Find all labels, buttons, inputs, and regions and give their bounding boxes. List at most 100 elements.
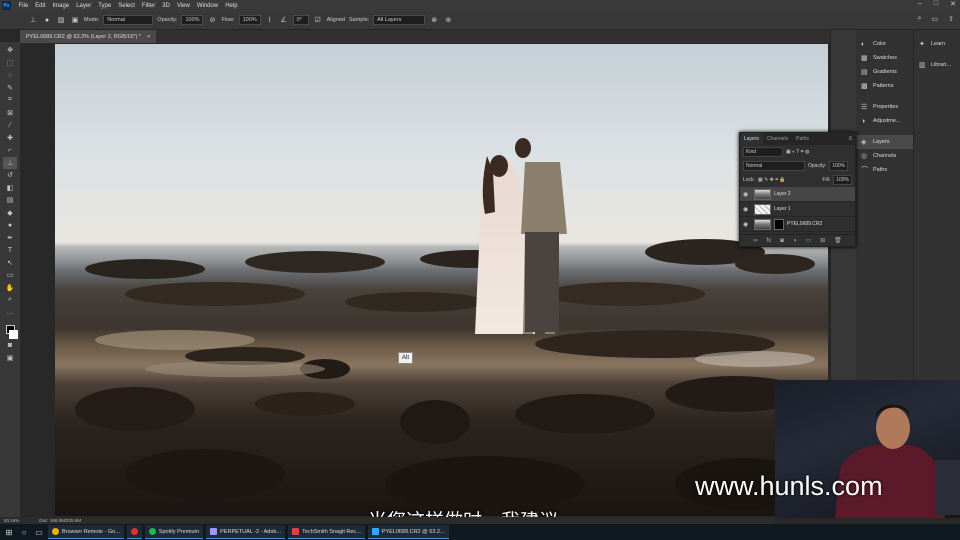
taskbar-app[interactable]: TechSmith Snagit Rec...: [288, 525, 365, 539]
workspace-icon[interactable]: ▭: [932, 15, 939, 23]
panel-adjustments[interactable]: ◑ Adjustme...: [856, 114, 913, 128]
photoshop-logo[interactable]: Ps: [2, 1, 11, 10]
menu-help[interactable]: Help: [222, 3, 241, 9]
panel-channels[interactable]: ◎ Channels: [856, 149, 913, 163]
sample-select[interactable]: All Layers: [373, 15, 426, 25]
zoom-level[interactable]: 63.16%: [4, 518, 19, 523]
menu-edit[interactable]: Edit: [32, 3, 49, 9]
menu-view[interactable]: View: [173, 3, 193, 9]
blur-tool-icon[interactable]: ◆: [3, 207, 17, 220]
layer-row[interactable]: ◉ Layer 1: [740, 202, 855, 217]
taskbar-app[interactable]: PYEL0689.CR2 @ 63.2...: [367, 525, 449, 539]
visibility-eye-icon[interactable]: ◉: [743, 206, 751, 213]
taskbar-app[interactable]: PERPETUAL -2 - Adob...: [206, 525, 286, 539]
quick-mask-icon[interactable]: ◙: [3, 339, 17, 352]
clone-stamp-preset-icon[interactable]: ⊥: [28, 15, 38, 25]
doc-size[interactable]: Doc: 168.8M/325.5M: [39, 518, 81, 523]
airbrush-icon[interactable]: ⌇: [265, 15, 275, 25]
rectangle-tool-icon[interactable]: ▭: [3, 269, 17, 282]
marquee-tool-icon[interactable]: ⬚: [3, 57, 17, 70]
lock-icons[interactable]: ▦ ✎ ✥ ⌗ 🔒: [758, 177, 786, 183]
crop-tool-icon[interactable]: ⌗: [3, 94, 17, 107]
gradient-tool-icon[interactable]: ▤: [3, 194, 17, 207]
tab-paths[interactable]: Paths: [792, 133, 813, 145]
new-layer-icon[interactable]: ⊞: [820, 237, 825, 244]
layer-mask-thumbnail[interactable]: [774, 218, 784, 230]
taskbar-app[interactable]: Spotify Premium: [144, 525, 204, 539]
background-color-swatch[interactable]: [8, 330, 18, 339]
share-icon[interactable]: ⇪: [948, 15, 954, 23]
layer-row[interactable]: ◉ Layer 2: [740, 187, 855, 202]
brush-settings-icon[interactable]: ▨: [56, 15, 66, 25]
panel-color[interactable]: ◐ Color: [856, 37, 913, 51]
search-icon[interactable]: ○: [18, 526, 30, 538]
search-icon[interactable]: ⌕: [918, 15, 922, 23]
close-tab-icon[interactable]: ×: [147, 34, 150, 40]
history-brush-tool-icon[interactable]: ↺: [3, 169, 17, 182]
windows-start-icon[interactable]: ⊞: [3, 526, 15, 538]
pressure-opacity-icon[interactable]: ⊘: [207, 15, 217, 25]
panel-gradients[interactable]: ▤ Gradients: [856, 65, 913, 79]
eyedropper-tool-icon[interactable]: ⁄: [3, 119, 17, 132]
tab-channels[interactable]: Channels: [763, 133, 792, 145]
fill-field[interactable]: 100%: [833, 175, 852, 185]
flow-field[interactable]: 100%: [238, 15, 261, 25]
zoom-tool-icon[interactable]: ⌕: [3, 294, 17, 307]
layer-row[interactable]: ◉ PYEL0689.CR2: [740, 217, 855, 232]
trash-icon[interactable]: 🗑: [834, 237, 842, 244]
visibility-eye-icon[interactable]: ◉: [743, 191, 751, 198]
menu-window[interactable]: Window: [193, 3, 221, 9]
layer-opacity-field[interactable]: 100%: [829, 161, 849, 171]
panel-layers[interactable]: ◈ Layers: [856, 135, 913, 149]
blend-mode-select[interactable]: Normal: [743, 161, 805, 171]
link-icon[interactable]: ∞: [753, 238, 757, 244]
kind-filter[interactable]: Kind: [743, 147, 783, 157]
panel-paths[interactable]: ⌒ Paths: [856, 163, 913, 177]
menu-filter[interactable]: Filter: [138, 3, 158, 9]
task-view-icon[interactable]: ▭: [33, 526, 45, 538]
ignore-adjustment-icon[interactable]: ⊗: [429, 15, 439, 25]
opacity-field[interactable]: 100%: [181, 15, 204, 25]
aligned-checkbox[interactable]: ☑: [313, 15, 323, 25]
taskbar-app[interactable]: [126, 525, 142, 539]
panel-menu-icon[interactable]: ≡: [848, 136, 855, 142]
pen-tool-icon[interactable]: ✒: [3, 232, 17, 245]
menu-select[interactable]: Select: [115, 3, 139, 9]
taskbar-app[interactable]: Browser Remote - Go...: [48, 525, 124, 539]
mode-select[interactable]: Normal: [103, 15, 154, 25]
brush-preset-icon[interactable]: ●: [42, 15, 52, 25]
pressure-size-icon[interactable]: ⊛: [443, 15, 453, 25]
menu-type[interactable]: Type: [95, 3, 115, 9]
type-tool-icon[interactable]: T: [3, 244, 17, 257]
brush-tool-icon[interactable]: ⌐: [3, 144, 17, 157]
mask-icon[interactable]: ◙: [780, 238, 784, 244]
panel-swatches[interactable]: ▦ Swatches: [856, 51, 913, 65]
menu-image[interactable]: Image: [49, 3, 73, 9]
panel-properties[interactable]: ☰ Properties: [856, 100, 913, 114]
angle-field[interactable]: 0°: [292, 15, 309, 25]
hand-tool-icon[interactable]: ✋: [3, 282, 17, 295]
more-tools-icon[interactable]: …: [3, 307, 17, 320]
document-tab[interactable]: PYEL0689.CR2 @ 63.2% (Layer 2, RGB/16*) …: [20, 30, 157, 43]
menu-layer[interactable]: Layer: [73, 3, 95, 9]
eraser-tool-icon[interactable]: ◧: [3, 182, 17, 195]
clone-stamp-tool-icon[interactable]: ⊥: [3, 156, 17, 169]
maximize-icon[interactable]: □: [934, 0, 938, 8]
panel-learn[interactable]: ✦ Learn: [914, 37, 960, 51]
tab-layers[interactable]: Layers: [740, 133, 764, 145]
frame-tool-icon[interactable]: ⊠: [3, 107, 17, 120]
fx-icon[interactable]: fx: [767, 238, 772, 244]
menu-file[interactable]: File: [15, 3, 32, 9]
panel-patterns[interactable]: ▩ Patterns: [856, 79, 913, 93]
clone-source-icon[interactable]: ▣: [70, 15, 80, 25]
panel-libraries[interactable]: ▥ Librari...: [914, 58, 960, 72]
path-select-tool-icon[interactable]: ↖: [3, 257, 17, 270]
folder-icon[interactable]: ▭: [805, 237, 811, 244]
filter-icons[interactable]: ▣ ◐ T ⌗ ◍: [786, 149, 809, 155]
minimize-icon[interactable]: –: [918, 0, 922, 8]
visibility-eye-icon[interactable]: ◉: [743, 221, 751, 228]
dodge-tool-icon[interactable]: ●: [3, 219, 17, 232]
photo-canvas[interactable]: Alt: [55, 44, 828, 516]
move-tool-icon[interactable]: ✥: [3, 44, 17, 57]
screen-mode-icon[interactable]: ▣: [3, 352, 17, 365]
